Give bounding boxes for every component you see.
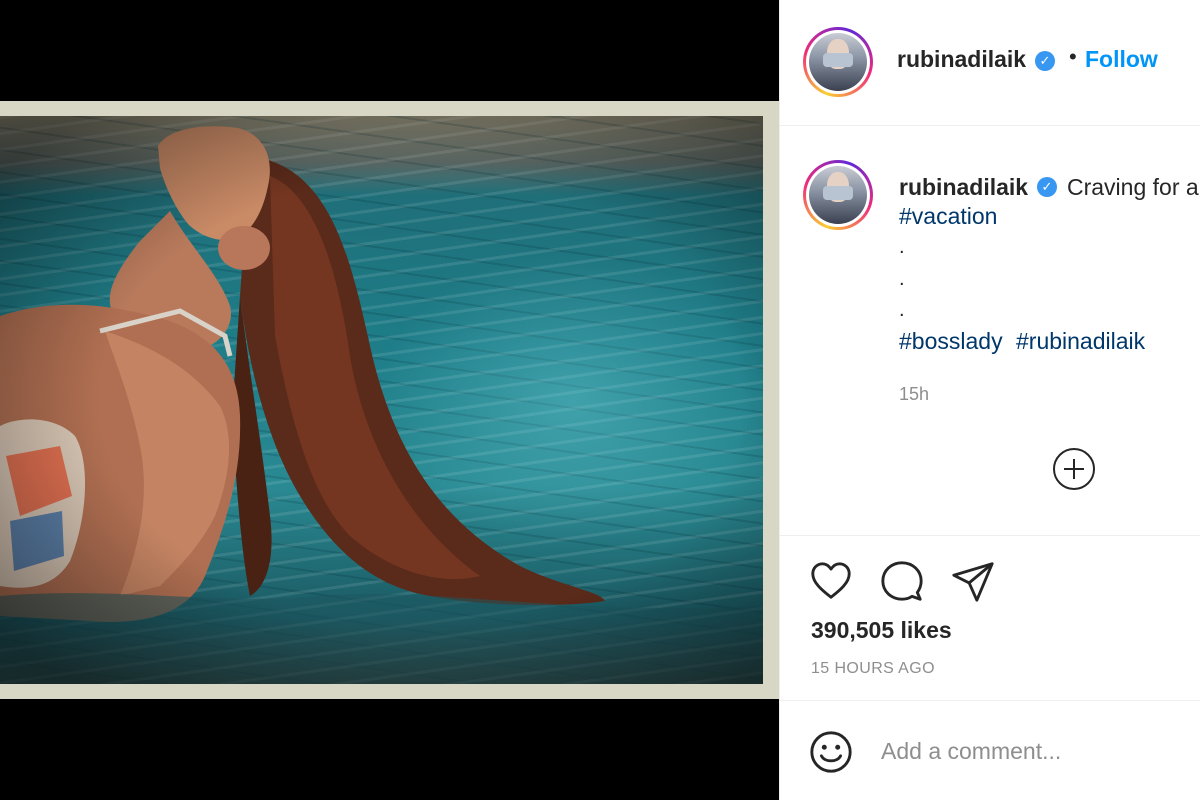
hashtag-link[interactable]: #vacation (899, 203, 997, 230)
caption-dot: . (899, 299, 905, 321)
likes-count[interactable]: 390,505 likes (811, 617, 952, 644)
follow-button[interactable]: Follow (1085, 46, 1158, 73)
caption-dot: . (899, 236, 905, 258)
comment-bubble-icon[interactable] (879, 558, 925, 604)
comment-input[interactable] (881, 731, 1181, 771)
caption-section: rubinadilaik ✓ Craving for a #vacation .… (780, 126, 1200, 536)
photo-frame (0, 101, 779, 699)
follow-separator-dot: • (1069, 44, 1077, 69)
photo-vignette (0, 116, 763, 684)
hashtag-link[interactable]: #rubinadilaik (1016, 328, 1145, 355)
avatar-image (809, 166, 867, 224)
comment-bar (780, 701, 1200, 800)
post-header: rubinadilaik ✓ • Follow (780, 0, 1200, 126)
post-date[interactable]: 15 HOURS AGO (811, 660, 935, 678)
post-side-panel: rubinadilaik ✓ • Follow rubinadilaik ✓ C… (779, 0, 1200, 800)
header-avatar[interactable] (803, 27, 873, 97)
post-photo[interactable] (0, 116, 763, 684)
caption-username-link[interactable]: rubinadilaik (899, 174, 1028, 201)
paper-plane-icon[interactable] (950, 558, 996, 604)
caption-dot: . (899, 268, 905, 290)
smiley-icon[interactable] (808, 729, 854, 775)
caption-timestamp[interactable]: 15h (899, 384, 929, 405)
caption-avatar[interactable] (803, 160, 873, 230)
verified-badge-icon: ✓ (1035, 51, 1055, 71)
hashtag-link[interactable]: #bosslady (899, 328, 1003, 355)
load-more-comments-button[interactable] (1053, 448, 1095, 490)
avatar-image (809, 33, 867, 91)
post-actions: 390,505 likes 15 HOURS AGO (780, 536, 1200, 701)
heart-icon[interactable] (808, 558, 854, 604)
media-panel (0, 0, 779, 800)
caption-text: Craving for a (1067, 174, 1199, 200)
header-username-link[interactable]: rubinadilaik (897, 46, 1026, 73)
verified-badge-icon: ✓ (1037, 177, 1057, 197)
